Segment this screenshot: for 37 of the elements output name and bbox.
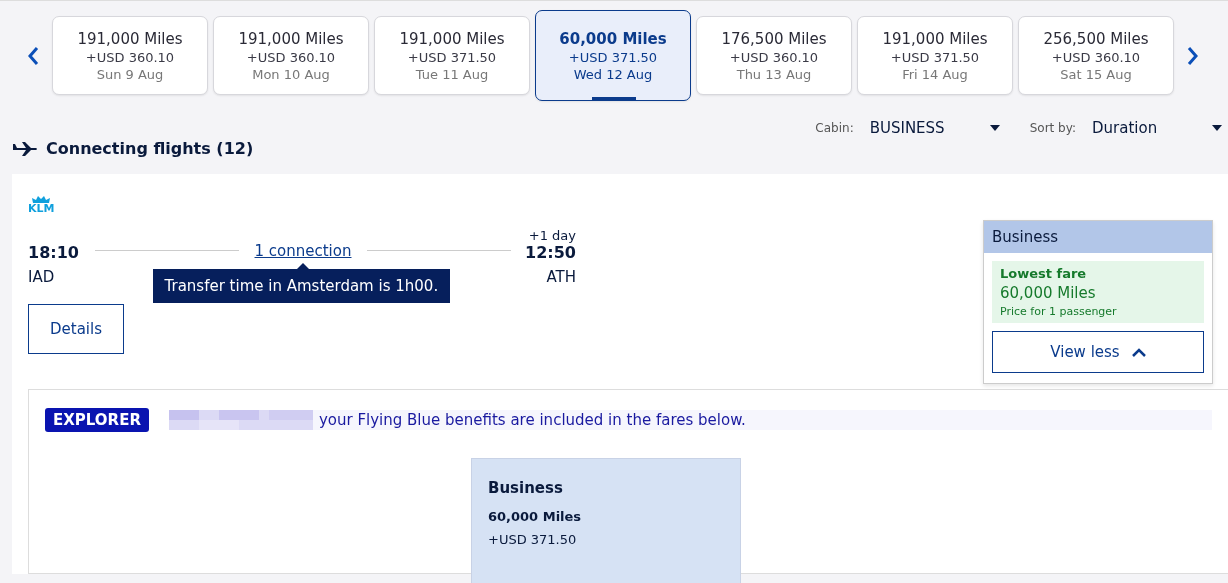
- fare-note: Price for 1 passenger: [1000, 305, 1118, 318]
- tooltip-pointer: [296, 263, 309, 269]
- filter-dropdown[interactable]: Duration: [1092, 119, 1222, 137]
- filter-label: Cabin:: [815, 121, 854, 135]
- departure-time: 18:10: [28, 243, 79, 262]
- fare-cabin: Business: [488, 479, 564, 497]
- date-tab[interactable]: 191,000 Miles +USD 371.50 Fri 14 Aug: [857, 16, 1013, 95]
- fare-label: Lowest fare: [1000, 266, 1088, 281]
- fare-miles: 60,000 Miles: [1000, 284, 1097, 302]
- filter-label: Sort by:: [1029, 121, 1076, 135]
- view-less-button[interactable]: View less: [992, 331, 1204, 373]
- date-tab[interactable]: 191,000 Miles +USD 360.10 Mon 10 Aug: [213, 16, 369, 95]
- date-tab[interactable]: 60,000 Miles +USD 371.50 Wed 12 Aug: [535, 10, 691, 101]
- arrival-airport: ATH: [546, 268, 576, 286]
- details-button[interactable]: Details: [28, 304, 124, 354]
- fare-price: +USD 371.50: [488, 532, 578, 547]
- chevron-up-icon: [1131, 347, 1146, 357]
- dropdown-caret-icon: [989, 125, 1000, 131]
- fare-miles: 60,000 Miles: [488, 509, 583, 524]
- date-tab[interactable]: 256,500 Miles +USD 360.10 Sat 15 Aug: [1018, 16, 1174, 95]
- popup-header: Business: [984, 221, 1212, 253]
- tooltip: Transfer time in Amsterdam is 1h00.: [152, 269, 451, 303]
- date-tab[interactable]: 191,000 Miles +USD 360.10 Sun 9 Aug: [52, 16, 208, 95]
- date-tab[interactable]: 191,000 Miles +USD 371.50 Tue 11 Aug: [374, 16, 530, 95]
- date-tab[interactable]: 176,500 Miles +USD 360.10 Thu 13 Aug: [696, 16, 852, 95]
- tier-badge: EXPLORER: [45, 408, 149, 432]
- benefits-message: your Flying Blue benefits are included in the fares below.: [318, 411, 746, 429]
- filter-dropdown[interactable]: BUSINESS: [869, 119, 1000, 137]
- departure-airport: IAD: [28, 268, 56, 286]
- day-offset: +1 day: [528, 228, 576, 243]
- dropdown-caret-icon: [1212, 125, 1222, 131]
- connection-link[interactable]: 1 connection: [254, 242, 352, 260]
- arrival-time: 12:50: [525, 243, 576, 262]
- section-heading: Connecting flights (12): [46, 139, 254, 158]
- airplane-icon: [12, 140, 38, 157]
- fare-column[interactable]: Business 60,000 Miles +USD 371.50: [471, 458, 741, 583]
- airline-logo: KLM: [28, 195, 55, 214]
